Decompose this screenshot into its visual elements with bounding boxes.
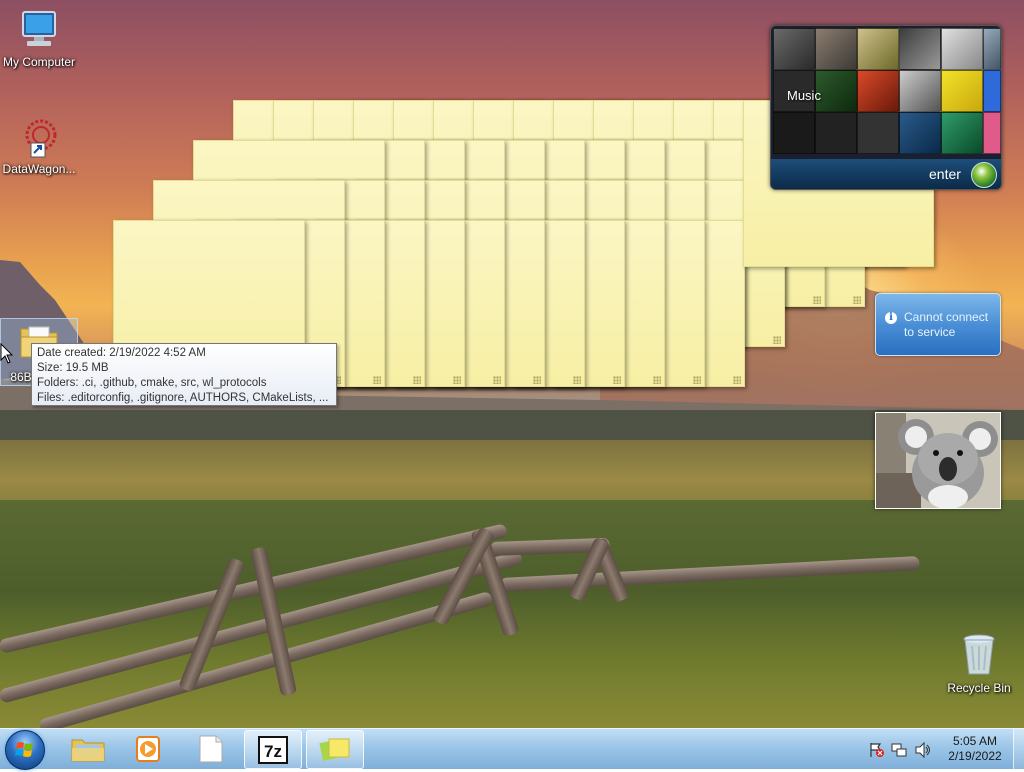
clock-date: 2/19/2022: [948, 749, 1002, 763]
windows-explorer-icon: [71, 739, 105, 762]
resize-grip-icon[interactable]: [413, 376, 421, 384]
tooltip-size: Size: 19.5 MB: [37, 362, 109, 374]
desktop-icon-label: 86B: [10, 370, 32, 384]
slideshow-gadget[interactable]: [875, 412, 1001, 509]
desktop-icon-my-computer[interactable]: My Computer: [0, 8, 78, 69]
weather-gadget[interactable]: i Cannot connect to service: [875, 293, 1001, 356]
info-icon: i: [885, 312, 897, 324]
media-player-icon: [136, 736, 160, 762]
taskbar-explorer-button[interactable]: [60, 730, 116, 767]
resize-grip-icon[interactable]: [813, 296, 821, 304]
desktop-icon-label: DataWagon...: [2, 162, 76, 176]
7zip-icon: 7z: [258, 736, 288, 764]
media-center-bar-label: enter: [929, 166, 961, 182]
taskbar-7zip-button[interactable]: 7z: [244, 730, 302, 769]
resize-grip-icon[interactable]: [493, 376, 501, 384]
action-center-flag-icon[interactable]: [868, 741, 886, 759]
taskbar-media-player-button[interactable]: [119, 730, 175, 767]
show-desktop-button[interactable]: [1013, 729, 1024, 769]
taskbar-clock[interactable]: 5:05 AM 2/19/2022: [935, 734, 1015, 764]
sticky-notes-icon: [319, 738, 350, 761]
recycle-bin-icon: [963, 634, 995, 675]
folder-info-tooltip: Date created: 2/19/2022 4:52 AM Size: 19…: [31, 343, 337, 406]
weather-error-message: Cannot connect to service: [904, 310, 989, 339]
desktop-icon-recycle-bin[interactable]: Recycle Bin: [940, 632, 1018, 695]
resize-grip-icon[interactable]: [573, 376, 581, 384]
tooltip-files: Files: .editorconfig, .gitignore, AUTHOR…: [37, 392, 329, 404]
mouse-pointer-icon: [0, 343, 14, 364]
resize-grip-icon[interactable]: [653, 376, 661, 384]
desktop-icon-datawagon[interactable]: DataWagon...: [0, 115, 78, 176]
koala-photo: [876, 413, 1000, 508]
resize-grip-icon[interactable]: [773, 336, 781, 344]
media-center-gadget[interactable]: Music enter: [770, 25, 1002, 190]
windows-flag-icon: [15, 742, 33, 757]
clock-time: 5:05 AM: [952, 734, 998, 748]
resize-grip-icon[interactable]: [733, 376, 741, 384]
7zip-glyph: 7z: [264, 742, 282, 761]
resize-grip-icon[interactable]: [613, 376, 621, 384]
tooltip-folders: Folders: .ci, .github, cmake, src, wl_pr…: [37, 377, 267, 389]
taskbar: 7z 5:05 AM 2/19/2022: [0, 728, 1024, 770]
media-center-music-tile-label: Music: [787, 88, 821, 103]
desktop-icon-label: My Computer: [2, 55, 76, 69]
taskbar-sticky-notes-button[interactable]: [306, 730, 364, 769]
resize-grip-icon[interactable]: [533, 376, 541, 384]
tooltip-date-created: Date created: 2/19/2022 4:52 AM: [37, 347, 206, 359]
start-button[interactable]: [5, 730, 45, 770]
network-icon[interactable]: [890, 741, 908, 759]
resize-grip-icon[interactable]: [373, 376, 381, 384]
volume-icon[interactable]: [914, 741, 932, 759]
computer-icon: [22, 11, 56, 46]
taskbar-document-button[interactable]: [182, 730, 238, 767]
windows-logo-icon: [971, 162, 997, 188]
media-center-bar[interactable]: enter: [771, 159, 1001, 189]
desktop-icon-label: Recycle Bin: [947, 681, 1011, 695]
datawagon-shortcut-icon: [25, 119, 57, 158]
resize-grip-icon[interactable]: [693, 376, 701, 384]
document-icon: [199, 735, 223, 763]
resize-grip-icon[interactable]: [453, 376, 461, 384]
resize-grip-icon[interactable]: [853, 296, 861, 304]
